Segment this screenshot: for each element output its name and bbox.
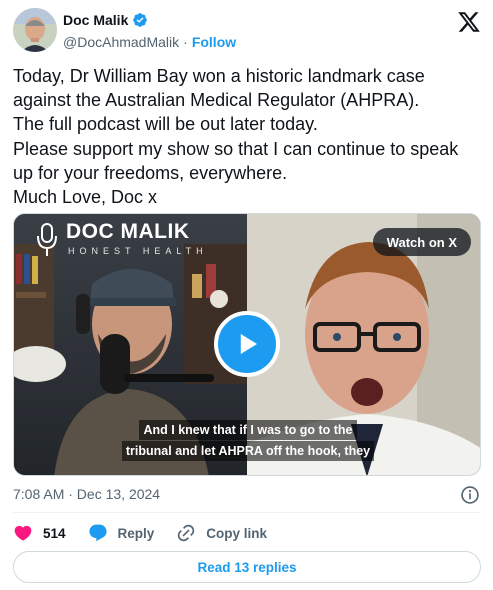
- link-icon: [178, 524, 195, 542]
- x-logo-icon[interactable]: [457, 10, 481, 34]
- like-count: 514: [43, 525, 66, 541]
- author-names: Doc Malik @DocAhmadMalik · Follow: [63, 11, 236, 51]
- tweet-actions: 514 Reply Copy link: [13, 522, 289, 544]
- reply-button[interactable]: Reply: [88, 523, 155, 543]
- handle[interactable]: @DocAhmadMalik: [63, 34, 179, 50]
- verified-badge-icon: [132, 12, 148, 28]
- follow-button[interactable]: Follow: [192, 34, 236, 50]
- video-player[interactable]: DOC MALIK HONEST HEALTH Watch on X And I…: [13, 213, 481, 476]
- speech-bubble-icon: [88, 524, 107, 542]
- avatar[interactable]: [13, 8, 57, 52]
- separator-dot: ·: [183, 34, 188, 50]
- show-logo-subtitle: HONEST HEALTH: [68, 246, 208, 256]
- tweet-text: Today, Dr William Bay won a historic lan…: [13, 66, 459, 208]
- like-button[interactable]: 514: [13, 523, 66, 543]
- heart-icon: [14, 525, 32, 541]
- read-replies-button[interactable]: Read 13 replies: [13, 551, 481, 583]
- reply-label: Reply: [117, 525, 155, 541]
- copy-link-label: Copy link: [206, 525, 268, 541]
- play-icon: [240, 334, 257, 354]
- watch-on-x-button[interactable]: Watch on X: [372, 228, 471, 256]
- copy-link-button[interactable]: Copy link: [176, 523, 267, 543]
- show-logo-title: DOC MALIK: [66, 220, 190, 243]
- display-name[interactable]: Doc Malik: [63, 12, 128, 28]
- video-caption-line-2: tribunal and let AHPRA off the hook, the…: [14, 441, 480, 461]
- play-button[interactable]: [214, 311, 280, 377]
- tweet-timestamp[interactable]: 7:08 AM · Dec 13, 2024: [13, 486, 160, 502]
- tweet-card: Doc Malik @DocAhmadMalik · Follow Today,…: [0, 0, 493, 590]
- video-caption-line-1: And I knew that if I was to go to the: [14, 420, 480, 440]
- divider: [13, 512, 481, 513]
- tweet-header: Doc Malik @DocAhmadMalik · Follow: [13, 6, 481, 54]
- info-icon[interactable]: [460, 485, 480, 505]
- microphone-logo-icon: [37, 223, 57, 256]
